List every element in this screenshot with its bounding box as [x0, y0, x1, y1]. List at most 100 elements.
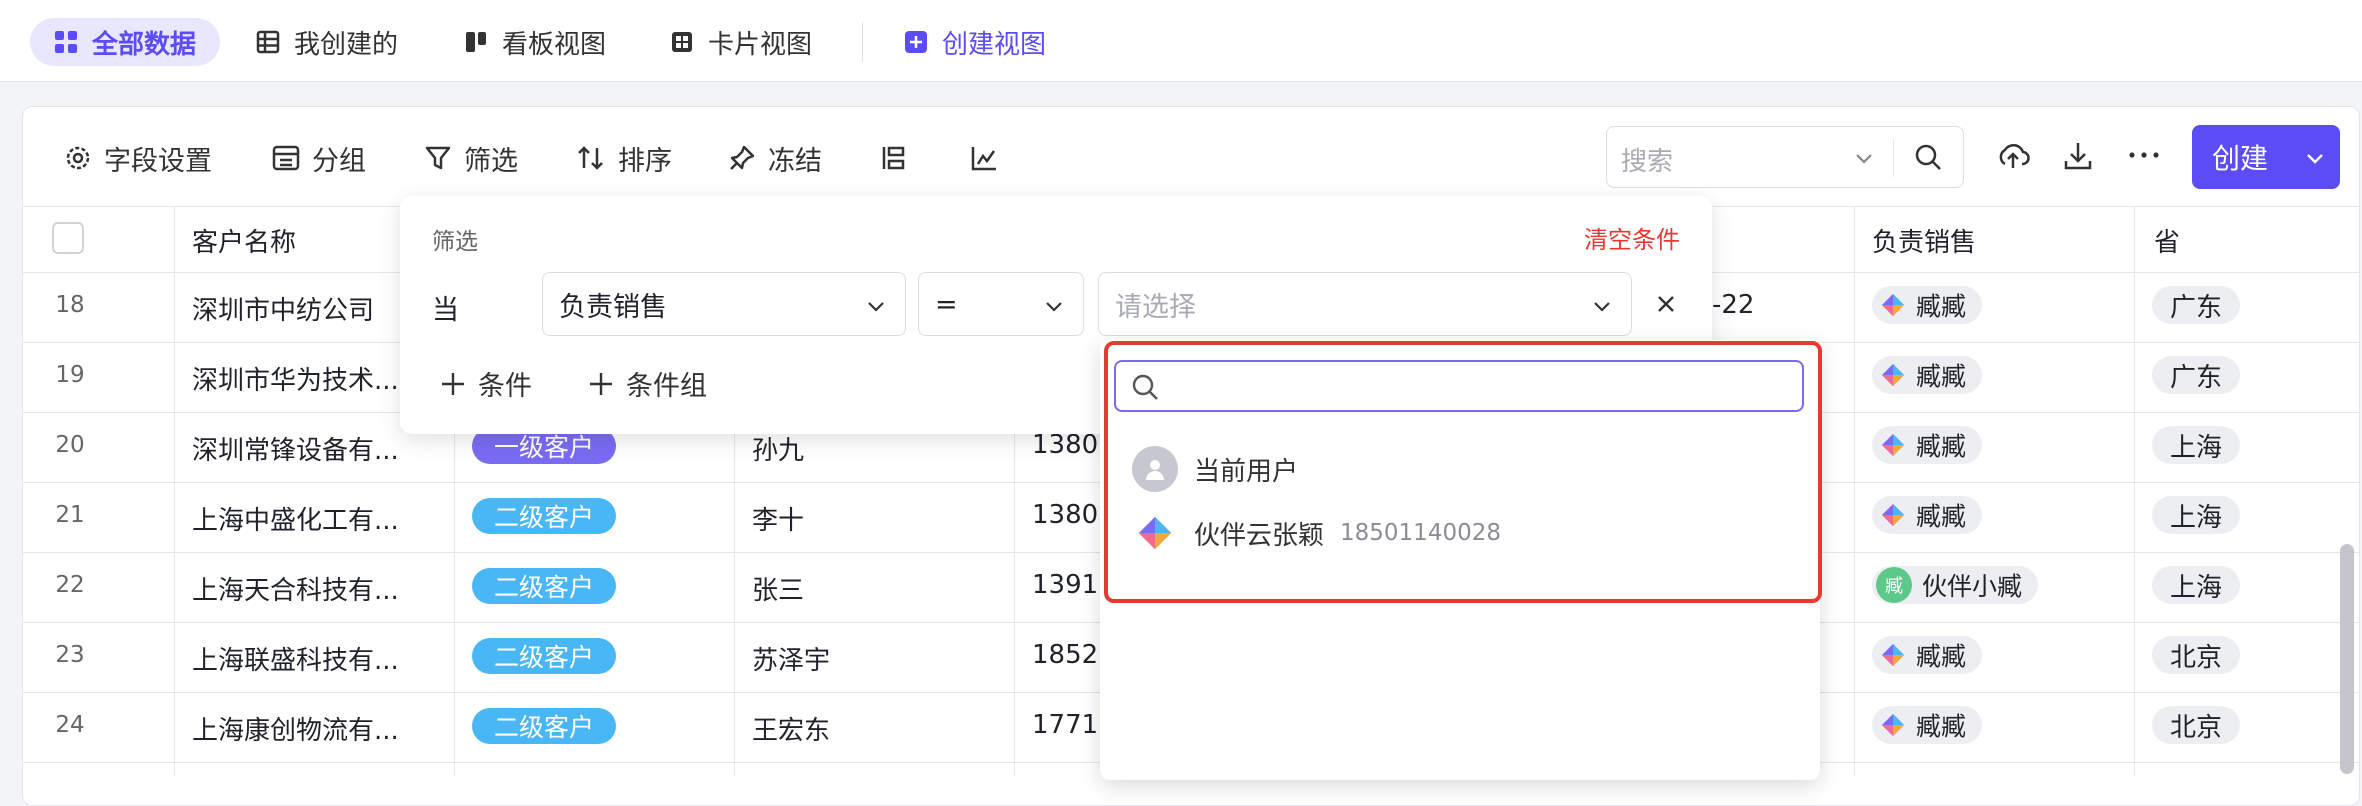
phone-cell[interactable]: 1771 [1032, 710, 1098, 740]
clear-conditions-button[interactable]: 清空条件 [1584, 220, 1680, 255]
row-height-button[interactable] [880, 138, 920, 178]
customer-level-tag[interactable]: 二级客户 [472, 638, 616, 674]
select-all-checkbox[interactable] [52, 222, 84, 254]
sort-button[interactable]: 排序 [576, 138, 672, 178]
province-tag[interactable]: 上海 [2152, 566, 2240, 604]
phone-cell[interactable]: 1380 [1032, 430, 1098, 460]
chevron-down-icon [1594, 302, 1610, 312]
divider [862, 22, 863, 62]
province-tag[interactable]: 北京 [2152, 706, 2240, 744]
partner-cloud-logo-icon [1882, 364, 1904, 386]
contact-cell[interactable]: 张三 [752, 570, 804, 607]
add-condition-button[interactable]: 条件 [440, 364, 532, 403]
partner-cloud-logo-icon [1882, 644, 1904, 666]
view-tabs-bar: 全部数据 我创建的 看板视图 卡片视图 创建视图 [0, 0, 2362, 82]
chevron-down-icon [868, 302, 884, 312]
sort-label: 排序 [618, 145, 672, 177]
add-condition-group-button[interactable]: 条件组 [588, 364, 707, 403]
avatar: 臧 [1876, 567, 1912, 603]
column-header-province[interactable]: 省 [2154, 222, 2180, 259]
sales-person-chip[interactable]: 臧臧 [1872, 496, 1983, 534]
filter-button[interactable]: 筛选 [424, 138, 518, 178]
sales-name: 臧臧 [1916, 362, 1967, 391]
partner-cloud-logo-icon [1882, 504, 1904, 526]
sales-person-chip[interactable]: 臧臧 [1872, 356, 1983, 394]
province-tag[interactable]: 上海 [2152, 496, 2240, 534]
contact-cell[interactable]: 苏泽宇 [752, 640, 830, 677]
customer-name-cell[interactable]: 深圳市华为技术... [192, 360, 399, 397]
row-height-icon [882, 146, 905, 170]
chevron-down-icon[interactable] [2304, 147, 2326, 169]
province-tag[interactable]: 上海 [2152, 426, 2240, 464]
freeze-label: 冻结 [768, 145, 822, 177]
chevron-down-icon[interactable] [1853, 147, 1875, 169]
tab-all-data[interactable]: 全部数据 [30, 18, 221, 66]
freeze-button[interactable]: 冻结 [728, 138, 822, 178]
create-view-button[interactable]: 创建视图 [880, 18, 1070, 66]
sales-person-chip[interactable]: 臧 伙伴小臧 [1872, 566, 2039, 604]
sales-person-chip[interactable]: 臧臧 [1872, 286, 1983, 324]
group-button[interactable]: 分组 [272, 138, 366, 178]
customer-name-cell[interactable]: 上海中盛化工有... [192, 500, 399, 537]
customer-name-cell[interactable]: 上海天合科技有... [192, 570, 399, 607]
customer-name-cell[interactable]: 深圳市中纺公司 [192, 290, 374, 327]
create-button[interactable]: 创建 [2192, 125, 2340, 189]
search-icon[interactable] [1913, 142, 1943, 172]
vertical-scrollbar[interactable] [2340, 544, 2354, 774]
card-grid-icon [672, 32, 692, 52]
contact-cell[interactable]: 李十 [752, 500, 804, 537]
more-icon[interactable] [2128, 150, 2160, 160]
chart-icon [971, 147, 996, 171]
download-icon[interactable] [2062, 140, 2094, 172]
customer-level-tag[interactable]: 二级客户 [472, 498, 616, 534]
row-number: 22 [55, 572, 85, 598]
close-icon[interactable] [1656, 294, 1676, 314]
search-input[interactable]: 搜索 [1606, 126, 1964, 188]
tab-card[interactable]: 卡片视图 [646, 18, 836, 66]
sales-person-chip[interactable]: 臧臧 [1872, 426, 1983, 464]
sort-icon [578, 146, 603, 170]
create-label: 创建 [2212, 142, 2269, 175]
tab-my-created[interactable]: 我创建的 [232, 18, 422, 66]
contact-cell[interactable]: 孙九 [752, 430, 804, 467]
value-select[interactable]: 请选择 [1098, 272, 1632, 336]
grid-icon [55, 31, 77, 53]
customer-level-tag[interactable]: 二级客户 [472, 708, 616, 744]
field-settings-label: 字段设置 [104, 145, 212, 177]
plus-square-icon [905, 31, 927, 53]
tab-kanban[interactable]: 看板视图 [440, 18, 630, 66]
customer-name-cell[interactable]: 深圳常锋设备有... [192, 430, 399, 467]
column-divider [1854, 206, 1855, 776]
customer-level-tag[interactable]: 二级客户 [472, 568, 616, 604]
province-tag[interactable]: 广东 [2152, 356, 2240, 394]
province-tag[interactable]: 北京 [2152, 636, 2240, 674]
operator-select-value: = [935, 288, 958, 320]
sales-person-chip[interactable]: 臧臧 [1872, 636, 1983, 674]
chart-button[interactable] [970, 138, 1010, 178]
province-tag[interactable]: 广东 [2152, 286, 2240, 324]
phone-cell[interactable]: 1852 [1032, 640, 1098, 670]
partner-cloud-logo-icon [1882, 294, 1904, 316]
sales-name: 臧臧 [1916, 502, 1967, 531]
customer-name-cell[interactable]: 上海康创物流有... [192, 710, 399, 747]
partner-cloud-logo-icon [1882, 434, 1904, 456]
upload-icon[interactable] [1996, 140, 2030, 172]
plus-icon [442, 372, 464, 395]
add-condition-label: 条件 [478, 371, 532, 402]
contact-cell[interactable]: 王宏东 [752, 710, 830, 747]
phone-cell[interactable]: 1391 [1032, 570, 1098, 600]
field-settings-button[interactable]: 字段设置 [64, 138, 212, 178]
column-header-name[interactable]: 客户名称 [192, 222, 296, 259]
operator-select[interactable]: = [918, 272, 1084, 336]
value-select-placeholder: 请选择 [1115, 291, 1196, 323]
tab-label: 看板视图 [502, 29, 607, 60]
customer-name-cell[interactable]: 上海联盛科技有... [192, 640, 399, 677]
date-cell[interactable]: -22 [1712, 290, 1754, 320]
column-header-sales[interactable]: 负责销售 [1872, 222, 1976, 259]
add-condition-group-label: 条件组 [626, 371, 707, 402]
phone-cell[interactable]: 1380 [1032, 500, 1098, 530]
tab-label: 我创建的 [294, 29, 399, 60]
plus-icon [590, 372, 612, 395]
field-select[interactable]: 负责销售 [542, 272, 906, 336]
sales-person-chip[interactable]: 臧臧 [1872, 706, 1983, 744]
